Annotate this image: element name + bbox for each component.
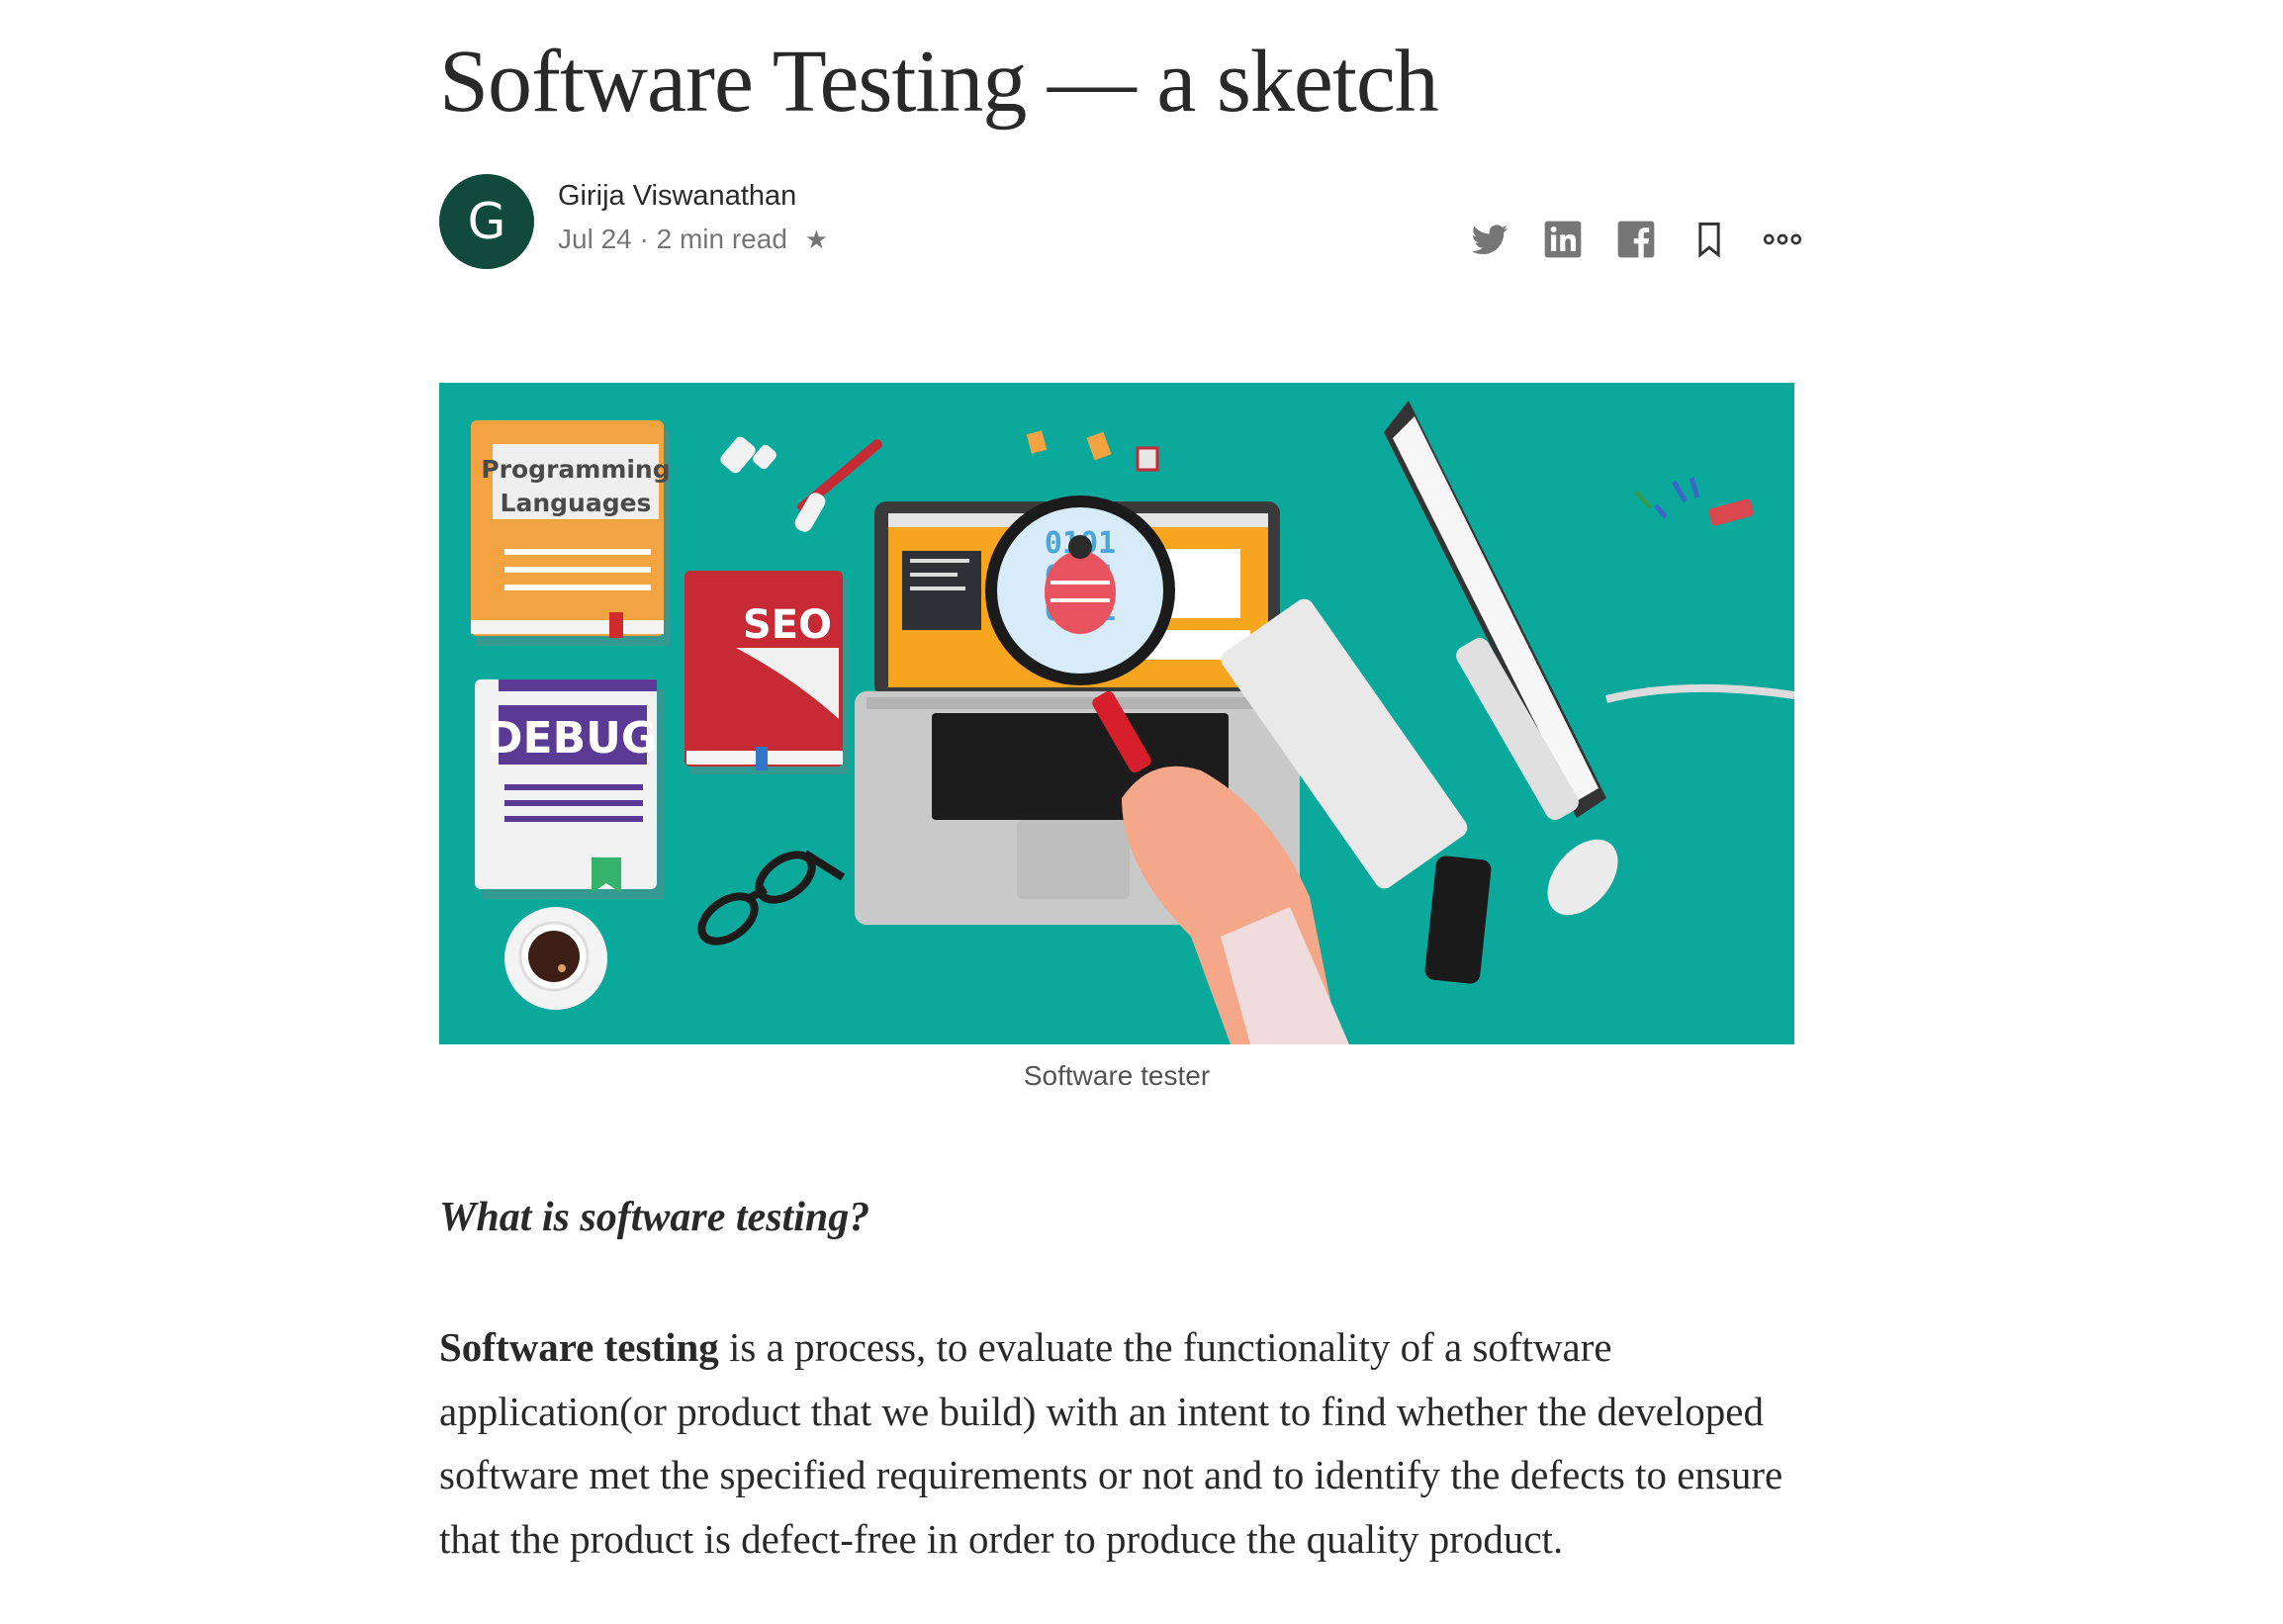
more-icon[interactable] [1761,218,1804,261]
bookmark-icon[interactable] [1688,218,1731,261]
author-avatar[interactable]: G [439,174,534,269]
facebook-icon[interactable] [1614,218,1658,261]
read-time: 2 min read [656,224,787,254]
coffee-cup-illustration [504,907,607,1010]
section-heading: What is software testing? [439,1195,870,1240]
post-date: Jul 24 [558,224,632,254]
bold-term: Software testing [439,1324,719,1370]
star-icon: ★ [804,225,828,254]
author-name[interactable]: Girija Viswanathan [558,180,796,213]
post-meta: Jul 24 · 2 min read ★ [558,224,828,255]
figure-caption: Software tester [1023,1060,1211,1091]
programming-book-illustration: Programming Languages [471,420,671,646]
svg-text:DEBUG: DEBUG [487,713,657,764]
twitter-icon[interactable] [1468,218,1511,261]
meta-separator: · [639,224,649,254]
hero-illustration[interactable]: Programming Languages SEO DEBUG [439,383,1794,1044]
body-paragraph: Software testing is a process, to evalua… [439,1315,1794,1571]
byline: G Girija Viswanathan Jul 24 · 2 min read… [439,174,1804,273]
linkedin-icon[interactable] [1541,218,1585,261]
share-bar [1468,218,1804,261]
avatar-initial: G [467,193,506,250]
article: Software Testing — a sketch G Girija Vis… [439,0,1804,1624]
debug-book-illustration: DEBUG [475,679,665,899]
svg-text:Programming: Programming [481,455,670,484]
article-title: Software Testing — a sketch [439,33,1439,131]
svg-text:SEO: SEO [743,602,832,648]
svg-text:Languages: Languages [501,489,652,517]
seo-book-illustration: SEO [685,571,849,774]
